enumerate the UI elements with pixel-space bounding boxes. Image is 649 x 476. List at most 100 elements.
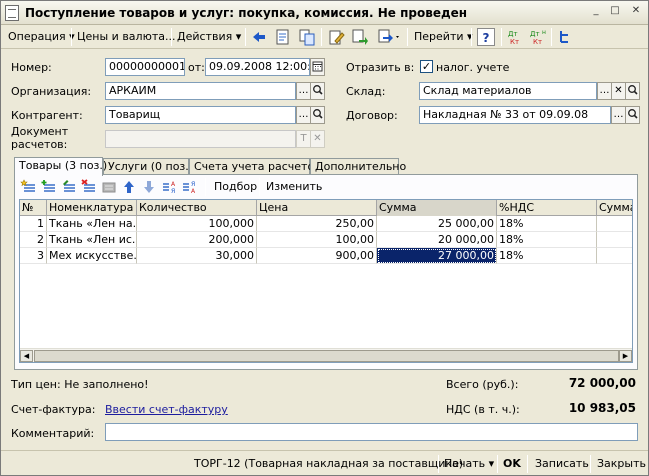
document-window: Поступление товаров и услуг: покупка, ко…: [0, 0, 649, 476]
search-icon[interactable]: [625, 82, 640, 100]
goods-table[interactable]: № Номенклатура Количество Цена Сумма %НД…: [19, 199, 633, 363]
cell-price[interactable]: 100,00: [257, 232, 377, 248]
torg12-print-button[interactable]: ТОРГ-12 (Товарная накладная за поставщик…: [194, 455, 463, 473]
select-ellipsis-icon[interactable]: …: [611, 106, 626, 124]
cell-quantity[interactable]: 100,000: [137, 216, 257, 232]
comment-field[interactable]: [105, 423, 638, 441]
minimize-button[interactable]: _: [588, 5, 604, 19]
actions-menu[interactable]: Действия ▾: [175, 27, 243, 47]
cell-number[interactable]: 3: [20, 248, 47, 264]
doc-view-icon[interactable]: [274, 28, 292, 46]
add-row-icon[interactable]: [20, 178, 38, 196]
select-ellipsis-icon[interactable]: …: [597, 82, 612, 100]
col-header-vat-rate[interactable]: %НДС: [497, 200, 597, 216]
counterparty-field[interactable]: Товарищ: [105, 106, 296, 124]
title-bar: Поступление товаров и услуг: покупка, ко…: [1, 1, 648, 25]
tree-icon[interactable]: [557, 28, 575, 46]
doc-copy-icon[interactable]: [298, 28, 316, 46]
move-up-icon[interactable]: [120, 178, 138, 196]
table-row[interactable]: 2 Ткань «Лен ис... 200,000 100,00 20 000…: [20, 232, 632, 248]
search-icon[interactable]: [310, 106, 325, 124]
selection-button[interactable]: Подбор: [212, 177, 259, 197]
doc-move-icon[interactable]: [351, 28, 369, 46]
cell-vat-rate[interactable]: 18%: [497, 216, 597, 232]
contract-field[interactable]: Накладная № 33 от 09.09.08: [419, 106, 611, 124]
col-header-vat-sum[interactable]: Сумма: [597, 200, 632, 216]
print-menu[interactable]: Печать ▾: [444, 455, 494, 473]
doc-edit-icon[interactable]: [327, 28, 345, 46]
cell-price[interactable]: 250,00: [257, 216, 377, 232]
scroll-right-icon[interactable]: ▶: [619, 350, 632, 362]
cell-quantity[interactable]: 200,000: [137, 232, 257, 248]
table-row-selected[interactable]: 3 Мех искусстве... 30,000 900,00 27 000,…: [20, 248, 632, 264]
col-header-price[interactable]: Цена: [257, 200, 377, 216]
cell-sum[interactable]: 25 000,00: [377, 216, 497, 232]
cell-item[interactable]: Ткань «Лен ис...: [47, 232, 137, 248]
warehouse-field[interactable]: Склад материалов: [419, 82, 597, 100]
cell-vat-rate[interactable]: 18%: [497, 232, 597, 248]
date-field[interactable]: 09.09.2008 12:00:00: [205, 58, 310, 76]
tab-goods[interactable]: Товары (3 поз.): [14, 157, 107, 176]
cell-item[interactable]: Ткань «Лен на...: [47, 216, 137, 232]
cell-number[interactable]: 2: [20, 232, 47, 248]
move-down-icon[interactable]: [140, 178, 158, 196]
search-icon[interactable]: [310, 82, 325, 100]
goto-menu[interactable]: Перейти ▾: [412, 27, 475, 47]
ok-button[interactable]: OK: [503, 455, 521, 473]
edit-row-icon[interactable]: [60, 178, 78, 196]
cell-vat-sum[interactable]: [597, 248, 632, 264]
end-edit-icon[interactable]: [100, 178, 118, 196]
type-select-icon[interactable]: T: [296, 130, 311, 148]
close-window-button[interactable]: ✕: [628, 5, 644, 19]
arrow-left-icon[interactable]: [250, 28, 268, 46]
col-header-number[interactable]: №: [20, 200, 47, 216]
col-header-sum[interactable]: Сумма: [377, 200, 497, 216]
scroll-left-icon[interactable]: ◀: [20, 350, 33, 362]
sort-desc-icon[interactable]: ЯА: [181, 178, 199, 196]
save-button[interactable]: Записать: [535, 455, 589, 473]
clear-icon[interactable]: ✕: [611, 82, 626, 100]
cell-price[interactable]: 900,00: [257, 248, 377, 264]
sort-asc-icon[interactable]: АЯ: [161, 178, 179, 196]
organization-field[interactable]: АРКАИМ: [105, 82, 296, 100]
doc-move-dropdown-icon[interactable]: [377, 28, 399, 46]
select-ellipsis-icon[interactable]: …: [296, 106, 311, 124]
dt-kt-mod-icon[interactable]: Дт н Кт: [529, 28, 547, 46]
operation-menu[interactable]: Операция ▾: [6, 27, 77, 47]
tax-accounting-checkbox[interactable]: ✓: [420, 60, 433, 73]
tab-additional[interactable]: Дополнительно: [310, 158, 406, 175]
help-icon[interactable]: ?: [477, 28, 495, 46]
cell-sum-selected[interactable]: 27 000,00: [377, 248, 497, 264]
delete-row-icon[interactable]: [80, 178, 98, 196]
select-ellipsis-icon[interactable]: …: [296, 82, 311, 100]
tab-services[interactable]: Услуги (0 поз.): [103, 158, 193, 175]
dt-kt-icon[interactable]: Дт Кт: [506, 28, 524, 46]
copy-row-icon[interactable]: [40, 178, 58, 196]
comment-label: Комментарий:: [11, 427, 95, 440]
cell-sum[interactable]: 20 000,00: [377, 232, 497, 248]
cell-vat-rate[interactable]: 18%: [497, 248, 597, 264]
enter-invoice-link[interactable]: Ввести счет-фактуру: [105, 403, 228, 416]
close-button[interactable]: Закрыть: [597, 455, 646, 473]
col-header-quantity[interactable]: Количество: [137, 200, 257, 216]
horizontal-scrollbar[interactable]: ◀ ▶: [20, 348, 632, 362]
calendar-icon[interactable]: [310, 58, 325, 76]
change-button[interactable]: Изменить: [264, 177, 324, 197]
clear-icon[interactable]: ✕: [310, 130, 325, 148]
col-header-item[interactable]: Номенклатура: [47, 200, 137, 216]
table-row[interactable]: 1 Ткань «Лен на... 100,000 250,00 25 000…: [20, 216, 632, 232]
number-field[interactable]: 00000000001: [105, 58, 185, 76]
maximize-button[interactable]: □: [607, 5, 623, 19]
cell-quantity[interactable]: 30,000: [137, 248, 257, 264]
scrollbar-thumb[interactable]: [34, 350, 619, 362]
vat-value: 10 983,05: [568, 401, 636, 415]
vat-label: НДС (в т. ч.):: [446, 403, 520, 416]
search-icon[interactable]: [625, 106, 640, 124]
tab-settlement-accounts[interactable]: Счета учета расчетов: [189, 158, 321, 175]
cell-item[interactable]: Мех искусстве...: [47, 248, 137, 264]
cell-number[interactable]: 1: [20, 216, 47, 232]
prices-currency-button[interactable]: Цены и валюта...: [75, 27, 177, 47]
cell-vat-sum[interactable]: [597, 232, 632, 248]
cell-vat-sum[interactable]: [597, 216, 632, 232]
settlement-doc-field[interactable]: [105, 130, 296, 148]
